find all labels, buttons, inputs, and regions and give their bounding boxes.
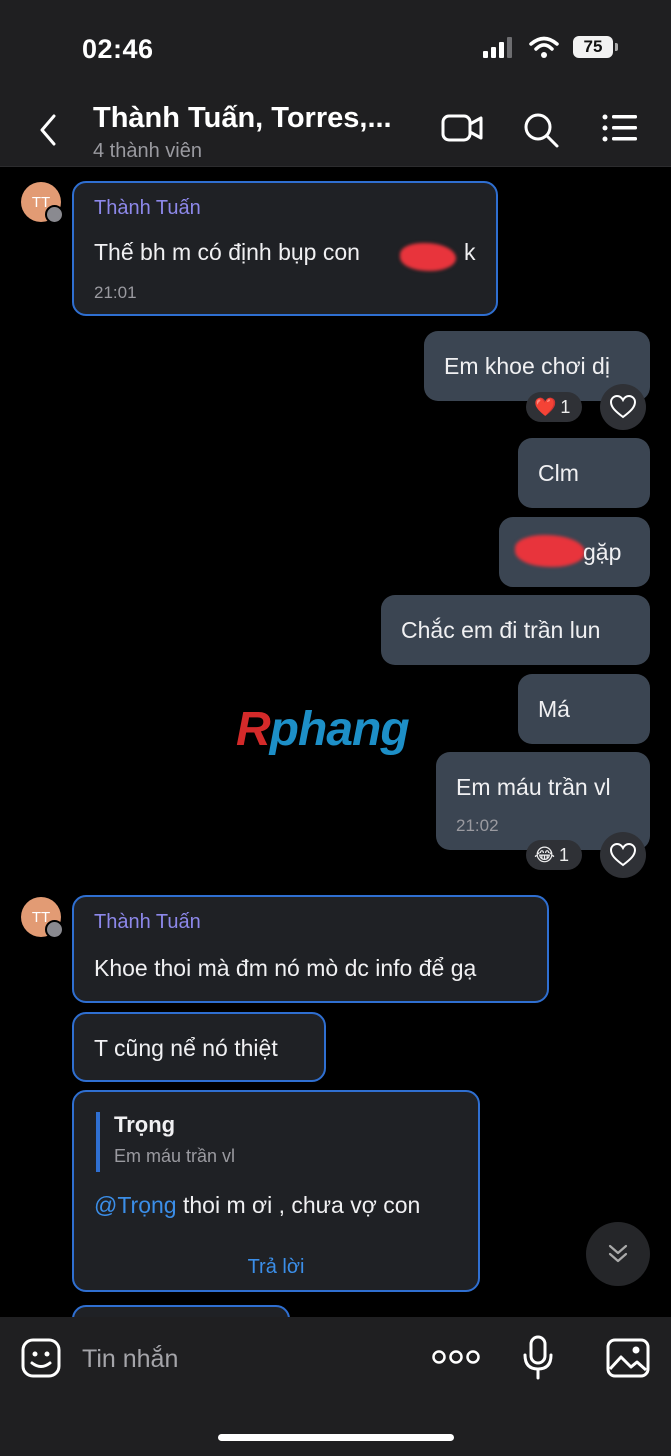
message-text: Thế bh m có định bụp con bbox=[94, 239, 360, 265]
image-gallery-icon[interactable] bbox=[605, 1337, 651, 1379]
status-bar: 02:46 75 bbox=[0, 0, 671, 92]
sticker-emoji-icon[interactable] bbox=[20, 1337, 62, 1379]
outgoing-message[interactable]: Chắc em đi trần lun bbox=[381, 595, 650, 665]
react-button[interactable] bbox=[600, 384, 646, 430]
battery-icon: 75 bbox=[573, 36, 618, 58]
message-text: T cũng nể nó thiệt bbox=[94, 1035, 278, 1061]
avatar-badge bbox=[45, 920, 64, 939]
sender-name: Thành Tuấn bbox=[94, 911, 201, 933]
message-time: 21:01 bbox=[94, 283, 137, 302]
incoming-message[interactable]: T cũng nể nó thiệt bbox=[72, 1012, 326, 1082]
heart-outline-icon bbox=[610, 395, 636, 419]
reaction-badge[interactable]: 😂 1 bbox=[526, 840, 582, 870]
clock: 02:46 bbox=[82, 34, 154, 64]
reply-button[interactable]: Trả lời bbox=[74, 1256, 478, 1279]
message-text: gặp bbox=[583, 539, 622, 565]
message-text-end: k bbox=[464, 239, 476, 265]
sender-name: Thành Tuấn bbox=[94, 197, 201, 219]
outgoing-message[interactable]: Má bbox=[518, 674, 650, 744]
message-text: Má bbox=[538, 696, 570, 722]
reaction-count: 1 bbox=[560, 396, 571, 417]
avatar[interactable]: TT bbox=[21, 182, 64, 224]
double-chevron-down-icon bbox=[608, 1244, 628, 1263]
outgoing-message[interactable]: gặp bbox=[499, 517, 650, 587]
quoted-message[interactable]: Trọng Em máu trần vl bbox=[96, 1112, 235, 1172]
mention-link[interactable]: @Trọng bbox=[94, 1192, 177, 1218]
message-text: Em khoe chơi dị bbox=[444, 353, 610, 379]
message-text: Khoe thoi mà đm nó mò dc info để gạ bbox=[94, 955, 477, 981]
laughing-emoji-icon: 😂 bbox=[534, 844, 556, 865]
incoming-message[interactable] bbox=[72, 1305, 290, 1317]
message-input[interactable]: Tin nhắn bbox=[82, 1345, 178, 1374]
reaction-count: 1 bbox=[559, 844, 570, 865]
heart-outline-icon bbox=[610, 843, 636, 867]
react-button[interactable] bbox=[600, 832, 646, 878]
quoted-text: Em máu trần vl bbox=[114, 1146, 236, 1166]
chat-title[interactable]: Thành Tuấn, Torres,... bbox=[93, 102, 392, 135]
message-time: 21:02 bbox=[456, 816, 499, 835]
incoming-message[interactable]: Thành Tuấn Khoe thoi mà đm nó mò dc info… bbox=[72, 895, 549, 1003]
avatar-badge bbox=[45, 205, 64, 224]
reply-message[interactable]: Trọng Em máu trần vl @Trọng thoi m ơi , … bbox=[72, 1090, 480, 1292]
video-call-icon[interactable] bbox=[440, 110, 484, 146]
more-options-icon[interactable] bbox=[432, 1349, 480, 1365]
redaction-mark bbox=[400, 243, 456, 271]
chat-header: Thành Tuấn, Torres,... 4 thành viên bbox=[0, 92, 671, 167]
search-icon[interactable] bbox=[521, 110, 561, 150]
watermark-logo: Rphang bbox=[236, 703, 410, 756]
redaction-mark bbox=[515, 535, 585, 567]
outgoing-message[interactable]: Clm bbox=[518, 438, 650, 508]
status-icons: 75 bbox=[483, 36, 618, 58]
back-arrow-icon[interactable] bbox=[34, 110, 64, 150]
avatar[interactable]: TT bbox=[21, 897, 64, 939]
menu-list-icon[interactable] bbox=[600, 110, 640, 146]
scroll-to-bottom-button[interactable] bbox=[586, 1222, 650, 1286]
quoted-sender: Trọng bbox=[114, 1112, 176, 1137]
home-indicator bbox=[218, 1434, 454, 1441]
incoming-message[interactable]: Thành Tuấn Thế bh m có định bụp con k 21… bbox=[72, 181, 498, 316]
composer-bar: Tin nhắn bbox=[0, 1317, 671, 1456]
message-text: Clm bbox=[538, 460, 579, 486]
heart-emoji-icon: ❤️ bbox=[534, 396, 557, 417]
reaction-badge[interactable]: ❤️ 1 bbox=[526, 392, 582, 422]
member-count: 4 thành viên bbox=[93, 140, 202, 162]
message-text: @Trọng thoi m ơi , chưa vợ con bbox=[94, 1192, 421, 1218]
signal-icon bbox=[483, 37, 512, 58]
wifi-icon bbox=[529, 36, 559, 58]
message-text: Em máu trần vl bbox=[456, 774, 611, 800]
microphone-icon[interactable] bbox=[522, 1335, 554, 1381]
message-text: Chắc em đi trần lun bbox=[401, 617, 601, 643]
